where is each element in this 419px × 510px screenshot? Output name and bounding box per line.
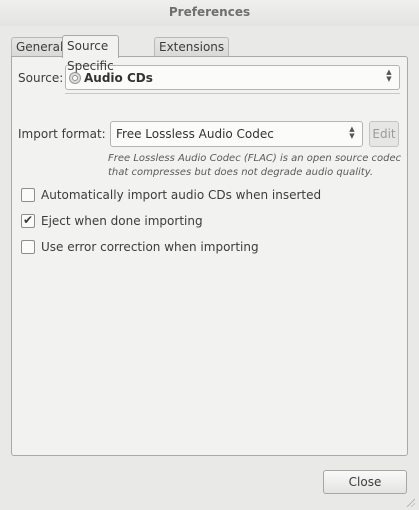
error-correction-option[interactable]: Use error correction when importing — [21, 240, 259, 254]
auto-import-option[interactable]: Automatically import audio CDs when inse… — [21, 188, 321, 202]
auto-import-checkbox[interactable] — [21, 188, 35, 202]
source-select[interactable]: Audio CDs ▲ ▼ — [65, 65, 400, 90]
auto-import-label: Automatically import audio CDs when inse… — [41, 188, 322, 202]
eject-checkbox[interactable] — [21, 213, 35, 228]
import-format-select[interactable]: Free Lossless Audio Codec ▲ ▼ — [110, 121, 363, 147]
format-description: Free Lossless Audio Codec (FLAC) is an o… — [108, 153, 402, 178]
close-button[interactable]: Close — [323, 470, 407, 494]
import-format-value: Free Lossless Audio Codec — [116, 127, 274, 141]
error-correction-label: Use error correction when importing — [41, 240, 259, 254]
tab-general[interactable]: General — [11, 37, 69, 57]
window-titlebar[interactable]: Preferences — [0, 0, 419, 26]
import-format-label: Import format: — [18, 127, 106, 141]
error-correction-checkbox[interactable] — [21, 240, 35, 254]
updown-arrows-icon: ▲ ▼ — [386, 68, 392, 83]
tab-source-specific[interactable]: Source Specific — [62, 35, 119, 73]
source-select-value: Audio CDs — [69, 69, 396, 86]
eject-label: Eject when done importing — [41, 214, 203, 228]
resize-grip-icon[interactable] — [405, 497, 415, 507]
updown-arrows-icon: ▲ ▼ — [349, 125, 355, 140]
source-specific-panel: Source: Audio CDs ▲ ▼ Import format: Free… — [11, 56, 408, 456]
window-title: Preferences — [168, 5, 251, 19]
eject-option[interactable]: Eject when done importing — [21, 213, 203, 228]
source-separator — [65, 93, 400, 94]
source-label: Source: — [18, 71, 64, 85]
edit-format-button[interactable]: Edit — [369, 121, 399, 147]
tab-extensions[interactable]: Extensions — [154, 37, 230, 57]
